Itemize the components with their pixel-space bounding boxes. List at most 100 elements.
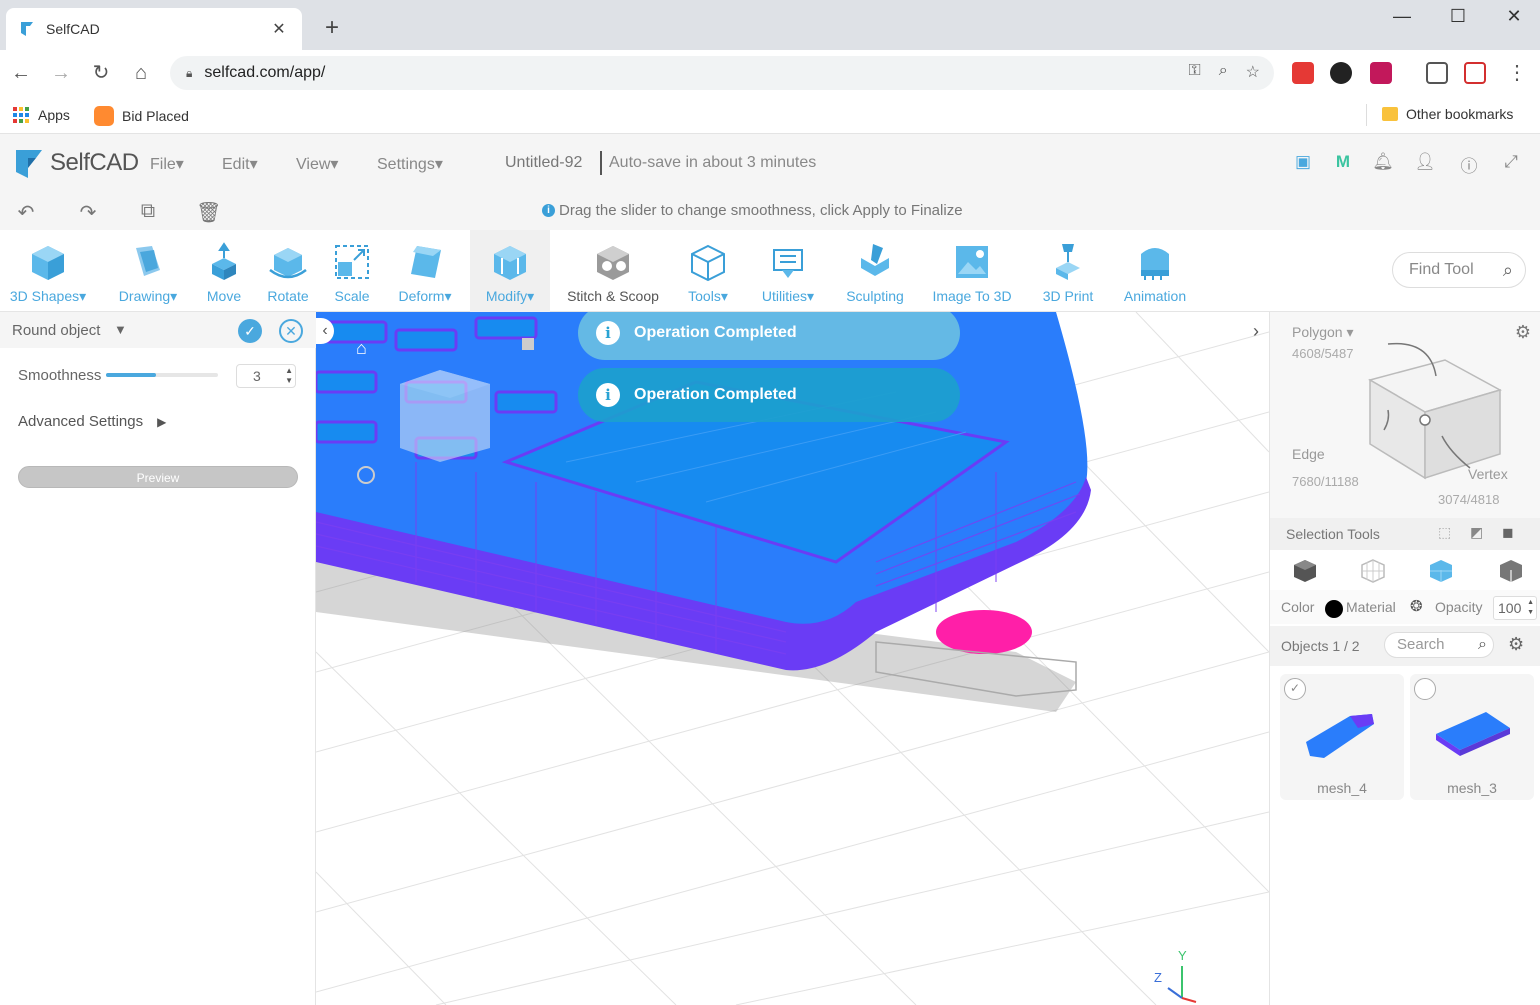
objects-search-input[interactable]: Search ⌕ [1384, 632, 1494, 658]
panel-caret-icon[interactable]: ▼ [114, 322, 127, 337]
bookmark-apps[interactable]: Apps [12, 106, 70, 124]
toast-notification[interactable]: i Operation Completed [578, 312, 960, 360]
tool-sculpting[interactable]: Sculpting [836, 230, 914, 312]
menu-file[interactable]: File▾ [150, 154, 184, 174]
extension-pink-icon[interactable] [1370, 62, 1392, 84]
solid-mode-icon[interactable] [1498, 558, 1524, 584]
tools-icon [691, 244, 725, 282]
tool-animation[interactable]: Animation [1114, 230, 1196, 312]
polygon-mode-selector[interactable]: Polygon ▾ [1292, 324, 1354, 341]
tool-3d-shapes[interactable]: 3D Shapes▾ [2, 230, 94, 312]
tool-image-to-3d[interactable]: Image To 3D [922, 230, 1022, 312]
close-window-icon[interactable]: ✕ [1494, 6, 1534, 27]
face-mode-icon[interactable] [1428, 558, 1454, 584]
material-icon[interactable]: ❂ [1410, 597, 1423, 615]
objects-search-placeholder: Search [1397, 636, 1445, 653]
forward-icon[interactable]: → [48, 60, 74, 86]
preview-button[interactable]: Preview [18, 466, 298, 488]
browser-menu-icon[interactable]: ⋮ [1504, 60, 1530, 86]
extension-k-icon[interactable] [1330, 62, 1352, 84]
tool-drawing[interactable]: Drawing▾ [108, 230, 188, 312]
redo-icon[interactable]: ↷ [76, 200, 100, 224]
object-checkbox[interactable]: ✓ [1284, 678, 1306, 700]
opacity-input[interactable]: 100 ▲ ▼ [1493, 596, 1537, 620]
fullscreen-icon[interactable]: ⤢ [1500, 152, 1522, 174]
object-card-mesh-3[interactable]: mesh_3 [1410, 674, 1534, 800]
menu-view[interactable]: View▾ [296, 154, 338, 174]
tool-utilities[interactable]: Utilities▾ [748, 230, 828, 312]
browser-tab[interactable]: SelfCAD ✕ [6, 8, 302, 50]
apply-button[interactable]: ✓ [238, 319, 262, 343]
object-checkbox[interactable] [1414, 678, 1436, 700]
material-label[interactable]: Material [1346, 599, 1396, 615]
back-icon[interactable]: ← [8, 60, 34, 86]
bell-icon[interactable]: 🔔︎ [1372, 152, 1394, 174]
copy-icon[interactable]: ⧉ [136, 200, 160, 224]
extension-red-icon[interactable] [1292, 62, 1314, 84]
stepper-arrows-icon[interactable]: ▲ ▼ [285, 366, 293, 386]
menu-edit[interactable]: Edit▾ [222, 154, 258, 174]
modify-icon [494, 246, 526, 280]
tool-deform[interactable]: Deform▾ [388, 230, 462, 312]
3d-viewport[interactable]: Y Z ⌂ ‹ › i Operation Completed i Operat… [316, 312, 1269, 1005]
save-icon[interactable]: ▣ [1292, 152, 1314, 174]
object-card-mesh-4[interactable]: ✓ mesh_4 [1280, 674, 1404, 800]
trash-icon[interactable]: 🗑︎ [196, 200, 221, 224]
menu-settings[interactable]: Settings▾ [377, 154, 443, 174]
m-icon[interactable]: M [1332, 152, 1354, 174]
selfcad-logo[interactable]: SelfCAD [12, 146, 139, 180]
selection-cube-diagram[interactable] [1350, 340, 1520, 480]
key-icon[interactable]: ⚿ [1189, 62, 1201, 82]
tool-rotate[interactable]: Rotate [260, 230, 316, 312]
smoothness-slider[interactable] [106, 373, 218, 377]
home-icon[interactable]: ⌂ [128, 60, 154, 86]
extension-list-icon[interactable] [1426, 62, 1448, 84]
bookmark-other[interactable]: Other bookmarks [1382, 106, 1513, 122]
wireframe-mode-icon[interactable] [1360, 558, 1386, 584]
select-paint-icon[interactable]: ◩ [1470, 524, 1483, 541]
omnibox-icons: ⚿ ⌕ ☆ [1189, 62, 1261, 82]
tool-stitch-scoop[interactable]: Stitch & Scoop [558, 230, 668, 312]
omnibox[interactable]: 🔒︎ selfcad.com/app/ ⚿ ⌕ ☆ [170, 56, 1274, 90]
transform-gizmo-cube[interactable] [400, 370, 490, 462]
tool-modify[interactable]: Modify▾ [470, 230, 550, 312]
document-title[interactable]: Untitled-92 [505, 154, 582, 172]
reload-icon[interactable]: ↻ [88, 60, 114, 86]
objects-gear-icon[interactable]: ⚙ [1508, 634, 1524, 655]
user-icon[interactable]: 👤︎ [1414, 152, 1436, 174]
smoothness-input[interactable]: 3 ▲ ▼ [236, 364, 296, 388]
gizmo-square-handle[interactable] [522, 338, 534, 350]
toast-notification[interactable]: i Operation Completed [578, 368, 960, 422]
find-tool-label: Find Tool [1409, 261, 1474, 278]
bookmark-bid-placed[interactable]: Bid Placed [94, 106, 189, 126]
url-text[interactable]: selfcad.com/app/ [204, 64, 325, 82]
undo-icon[interactable]: ↶ [14, 200, 38, 224]
bookmark-star-icon[interactable]: ☆ [1246, 62, 1260, 82]
new-tab-button[interactable]: + [318, 14, 346, 42]
selection-mode-cube: Polygon ▾ 4608/5487 Edge 7680/11188 Vert… [1270, 312, 1540, 518]
minimize-icon[interactable]: — [1382, 6, 1422, 27]
tool-move[interactable]: Move [196, 230, 252, 312]
select-all-icon[interactable]: ◼ [1502, 524, 1514, 541]
scale-icon [335, 245, 369, 279]
opacity-stepper-icon[interactable]: ▲ ▼ [1527, 598, 1534, 618]
tool-tools[interactable]: Tools▾ [676, 230, 740, 312]
info-icon[interactable]: ⓘ [1458, 152, 1480, 176]
object-mode-icon[interactable] [1292, 558, 1318, 584]
tool-3d-print[interactable]: 3D Print [1030, 230, 1106, 312]
zoom-icon[interactable]: ⌕ [1219, 62, 1228, 82]
tab-close-icon[interactable]: ✕ [268, 19, 290, 39]
cancel-button[interactable]: ✕ [279, 319, 303, 343]
view-home-icon[interactable]: ⌂ [356, 338, 367, 359]
edge-label[interactable]: Edge [1292, 446, 1325, 462]
bookmarks-bar: Apps Bid Placed Other bookmarks [0, 96, 1540, 134]
extension-translate-icon[interactable] [1464, 62, 1486, 84]
find-tool-search[interactable]: Find Tool ⌕ [1392, 252, 1526, 288]
select-box-icon[interactable]: ⬚ [1438, 524, 1451, 541]
collapse-right-panel-icon[interactable]: › [1247, 318, 1265, 344]
tool-scale[interactable]: Scale [324, 230, 380, 312]
pen-tip[interactable] [936, 610, 1032, 654]
maximize-icon[interactable]: ☐ [1438, 6, 1478, 27]
advanced-settings-toggle[interactable]: Advanced Settings ▶ [18, 413, 166, 430]
color-swatch[interactable] [1325, 600, 1343, 618]
